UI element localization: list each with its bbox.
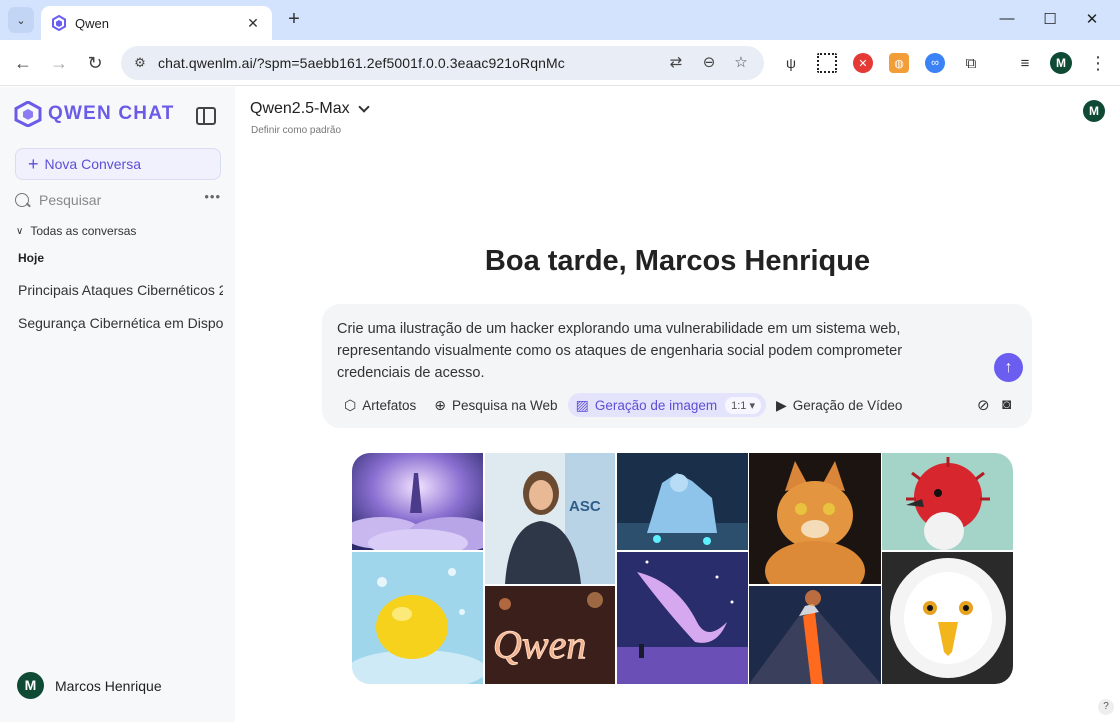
section-label: Todas as conversas	[30, 224, 137, 238]
aspect-ratio-select[interactable]: 1:1 ▾	[725, 396, 761, 414]
gallery-image-lemon-splash[interactable]	[352, 552, 483, 684]
web-search-label: Pesquisa na Web	[452, 397, 558, 413]
minimize-icon[interactable]: —	[995, 10, 1019, 30]
image-icon: ▨	[575, 396, 589, 413]
browser-toolbar: ← → ↻ ⚙ chat.qwenlm.ai/?spm=5aebb161.2ef…	[0, 40, 1120, 86]
send-button[interactable]: ↑	[994, 353, 1023, 382]
gallery-image-neon-qwen[interactable]: Qwen	[485, 586, 615, 684]
conversation-search: •••	[15, 189, 221, 211]
example-gallery: ASC Qwen	[352, 453, 1013, 684]
composer-tools: ⬡ Artefatos ⊕ Pesquisa na Web ▨ Geração …	[336, 392, 912, 418]
search-input[interactable]	[39, 192, 189, 208]
gallery-image-glowing-wolf[interactable]	[617, 453, 748, 550]
extensions-puzzle-icon[interactable]: ⧉	[961, 53, 981, 73]
reload-icon[interactable]: ↻	[82, 50, 108, 76]
video-generation-label: Geração de Vídeo	[792, 397, 903, 413]
browser-tab-bar: ⌄ Qwen ✕ + — ☐ ✕	[0, 0, 1120, 40]
plus-icon: +	[28, 154, 39, 174]
sidebar-toggle-icon[interactable]	[196, 107, 216, 125]
maximize-icon[interactable]: ☐	[1038, 10, 1062, 30]
help-button[interactable]: ?	[1098, 699, 1114, 715]
all-conversations-toggle[interactable]: ∨ Todas as conversas	[16, 224, 136, 238]
forward-arrow-icon[interactable]: →	[46, 50, 72, 76]
artifacts-button[interactable]: ⬡ Artefatos	[336, 393, 424, 417]
brand-name: QWEN CHAT	[48, 103, 175, 124]
gallery-image-castle-clouds[interactable]	[352, 453, 483, 550]
url-text: chat.qwenlm.ai/?spm=5aebb161.2ef5001f.0.…	[158, 55, 565, 71]
gallery-image-volcano[interactable]	[749, 586, 881, 684]
gallery-image-conference-speaker[interactable]: ASC	[485, 453, 615, 584]
artifacts-label: Artefatos	[362, 397, 417, 413]
screen-text: ASC	[569, 498, 601, 515]
qr-code-icon[interactable]	[817, 53, 837, 73]
avatar: M	[17, 672, 44, 699]
user-profile[interactable]: M Marcos Henrique	[17, 672, 162, 699]
new-tab-button[interactable]: +	[283, 8, 305, 30]
blocker-extension-icon[interactable]: ✕	[853, 53, 873, 73]
browser-menu-icon[interactable]: ⋮	[1088, 51, 1108, 75]
browser-profile-avatar[interactable]: M	[1050, 52, 1072, 74]
user-name: Marcos Henrique	[55, 677, 162, 694]
translate-icon[interactable]: ⇄	[666, 54, 686, 72]
zoom-icon[interactable]: ⊖	[699, 54, 719, 72]
video-generation-button[interactable]: ▶ Geração de Vídeo	[768, 393, 910, 417]
prompt-input[interactable]: Crie uma ilustração de um hacker explora…	[337, 318, 957, 384]
conversation-item[interactable]: Segurança Cibernética em Dispos	[18, 315, 223, 331]
web-search-button[interactable]: ⊕ Pesquisa na Web	[426, 393, 565, 417]
neon-word: Qwen	[493, 622, 586, 667]
chevron-down-icon	[357, 101, 370, 113]
tab-search-button[interactable]: ⌄	[8, 7, 34, 33]
more-options-icon[interactable]: •••	[204, 189, 221, 204]
gallery-image-eagle[interactable]	[882, 552, 1013, 684]
brand-logo[interactable]: QWEN CHAT	[14, 101, 175, 127]
bookmark-star-icon[interactable]: ☆	[731, 54, 751, 72]
gallery-image-whale-sky[interactable]	[617, 552, 748, 684]
image-generation-button[interactable]: ▨ Geração de imagem 1:1 ▾	[567, 393, 766, 417]
group-label-today: Hoje	[18, 251, 45, 265]
new-chat-label: Nova Conversa	[44, 156, 142, 172]
greeting-heading: Boa tarde, Marcos Henrique	[484, 245, 871, 277]
qwen-logo-icon	[14, 101, 42, 127]
globe-extension-icon[interactable]: ◍	[889, 53, 909, 73]
link-extension-icon[interactable]: ∞	[925, 53, 945, 73]
message-composer: Crie uma ilustração de um hacker explora…	[322, 304, 1032, 428]
qwen-favicon-icon	[52, 15, 66, 31]
tab-title: Qwen	[75, 15, 109, 31]
avatar[interactable]: M	[1083, 100, 1105, 122]
conversation-item[interactable]: Principais Ataques Cibernéticos 2	[18, 282, 223, 298]
model-selector[interactable]: Qwen2.5-Max	[250, 100, 370, 118]
paperclip-icon[interactable]: ⊘	[977, 396, 990, 414]
search-icon	[15, 193, 29, 207]
sidebar: QWEN CHAT + Nova Conversa ••• ∨ Todas as…	[0, 87, 235, 722]
arrow-up-icon: ↑	[1004, 359, 1013, 376]
image-generation-label: Geração de imagem	[594, 397, 718, 413]
set-default-link[interactable]: Definir como padrão	[251, 125, 341, 136]
browser-tab[interactable]: Qwen ✕	[41, 6, 272, 40]
model-name: Qwen2.5-Max	[250, 100, 350, 117]
camera-icon[interactable]: ◙	[1002, 396, 1011, 413]
back-arrow-icon[interactable]: ←	[10, 50, 36, 76]
gallery-image-orange-cat[interactable]	[749, 453, 881, 584]
video-play-icon: ▶	[776, 396, 787, 413]
address-bar[interactable]: ⚙ chat.qwenlm.ai/?spm=5aebb161.2ef5001f.…	[121, 46, 764, 80]
chat-main: Qwen2.5-Max Definir como padrão M Boa ta…	[235, 87, 1120, 722]
window-close-icon[interactable]: ✕	[1080, 10, 1104, 30]
new-chat-button[interactable]: + Nova Conversa	[15, 148, 221, 180]
cube-icon: ⬡	[344, 396, 357, 413]
close-icon[interactable]: ✕	[244, 15, 262, 32]
site-settings-icon[interactable]: ⚙	[131, 54, 149, 72]
globe-icon: ⊕	[434, 396, 446, 413]
media-control-icon[interactable]: ≡	[1015, 53, 1035, 73]
chevron-down-icon: ⌄	[16, 14, 26, 27]
chevron-down-icon: ∨	[16, 225, 24, 237]
gallery-image-red-bird[interactable]	[882, 453, 1013, 550]
extension-fork-icon[interactable]: ψ	[781, 53, 801, 73]
